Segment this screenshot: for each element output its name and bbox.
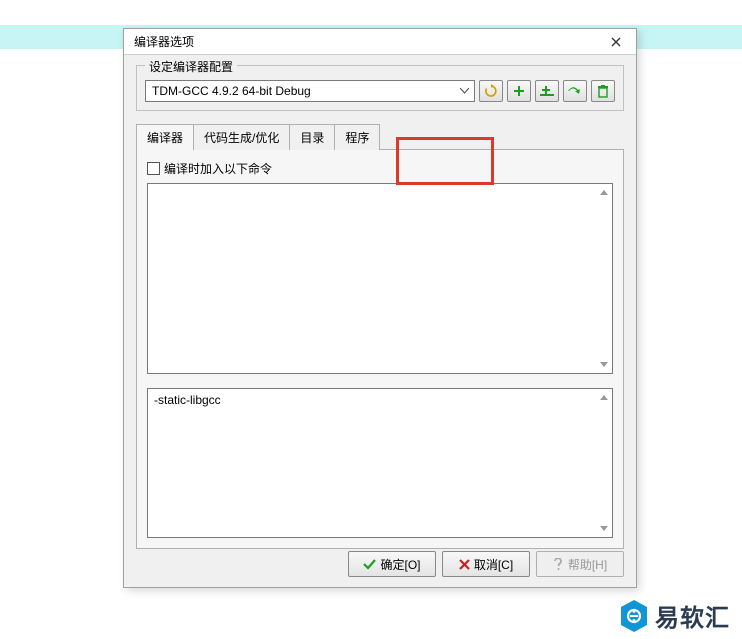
compile-commands-textarea[interactable] bbox=[147, 183, 613, 374]
delete-button[interactable] bbox=[591, 80, 615, 102]
close-button[interactable] bbox=[602, 31, 630, 53]
rename-button[interactable] bbox=[563, 80, 587, 102]
scroll-up-icon[interactable] bbox=[596, 390, 611, 405]
dialog-button-row: 确定[O] 取消[C] 帮助[H] bbox=[348, 551, 624, 577]
tab-directories[interactable]: 目录 bbox=[289, 124, 335, 150]
trash-icon bbox=[597, 85, 609, 98]
scroll-up-icon[interactable] bbox=[596, 185, 611, 200]
refresh-icon bbox=[484, 84, 498, 98]
tabs: 编译器 代码生成/优化 目录 程序 bbox=[136, 123, 624, 149]
x-icon bbox=[459, 559, 470, 570]
help-label: 帮助[H] bbox=[568, 556, 607, 573]
tab-codegen[interactable]: 代码生成/优化 bbox=[193, 124, 290, 150]
add-folder-icon bbox=[540, 85, 554, 97]
watermark-logo-icon bbox=[619, 599, 649, 633]
watermark-text: 易软汇 bbox=[655, 598, 730, 633]
tab-programs[interactable]: 程序 bbox=[334, 124, 380, 150]
combo-selected-value: TDM-GCC 4.9.2 64-bit Debug bbox=[152, 84, 456, 98]
add-folder-button[interactable] bbox=[535, 80, 559, 102]
checkbox-label: 编译时加入以下命令 bbox=[164, 160, 272, 177]
refresh-button[interactable] bbox=[479, 80, 503, 102]
cancel-label: 取消[C] bbox=[474, 556, 513, 573]
add-commands-checkbox-row[interactable]: 编译时加入以下命令 bbox=[147, 160, 613, 177]
tab-content: 编译时加入以下命令 -static-libgcc bbox=[136, 149, 624, 549]
close-icon bbox=[611, 37, 621, 47]
help-icon bbox=[553, 558, 564, 571]
check-icon bbox=[363, 559, 376, 570]
dialog-titlebar: 编译器选项 bbox=[124, 29, 636, 55]
textarea-content bbox=[148, 184, 612, 373]
watermark: 易软汇 bbox=[619, 598, 730, 633]
rename-arrow-icon bbox=[568, 86, 582, 96]
ok-label: 确定[O] bbox=[380, 556, 420, 573]
chevron-down-icon bbox=[456, 82, 472, 100]
scroll-down-icon[interactable] bbox=[596, 357, 611, 372]
linker-commands-textarea[interactable]: -static-libgcc bbox=[147, 388, 613, 538]
textarea-content-2: -static-libgcc bbox=[148, 389, 612, 537]
compiler-options-dialog: 编译器选项 设定编译器配置 TDM-GCC 4.9.2 64-bit Debug bbox=[123, 28, 637, 588]
group-label: 设定编译器配置 bbox=[145, 58, 237, 75]
compiler-config-combo[interactable]: TDM-GCC 4.9.2 64-bit Debug bbox=[145, 80, 475, 102]
checkbox-icon bbox=[147, 162, 160, 175]
tab-compiler[interactable]: 编译器 bbox=[136, 124, 194, 150]
config-row: TDM-GCC 4.9.2 64-bit Debug bbox=[145, 80, 615, 102]
add-icon bbox=[513, 85, 525, 97]
ok-button[interactable]: 确定[O] bbox=[348, 551, 436, 577]
help-button[interactable]: 帮助[H] bbox=[536, 551, 624, 577]
compiler-config-group: 设定编译器配置 TDM-GCC 4.9.2 64-bit Debug bbox=[136, 65, 624, 111]
cancel-button[interactable]: 取消[C] bbox=[442, 551, 530, 577]
scroll-down-icon[interactable] bbox=[596, 521, 611, 536]
add-button[interactable] bbox=[507, 80, 531, 102]
dialog-title: 编译器选项 bbox=[134, 33, 602, 50]
